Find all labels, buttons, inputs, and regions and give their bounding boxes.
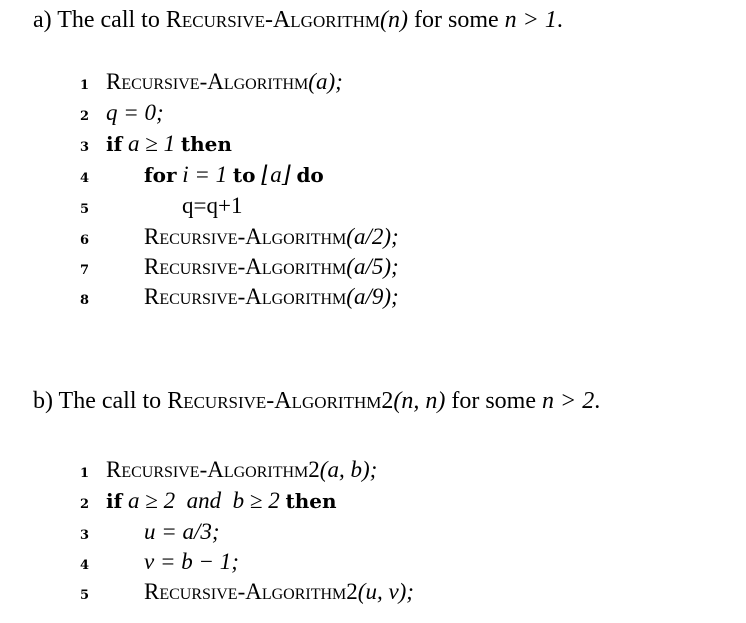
code-line: 1 Recursive-Algorithm2(a, b); [80,455,377,485]
procedure-name: Recursive-Algorithm [144,224,347,249]
procedure-args: (a/9); [346,284,399,309]
code-line: 3 if a ≥ 1 then [80,129,232,159]
procedure-args: (a); [308,69,343,94]
keyword-then: then [285,489,337,513]
condition-expr: a ≥ 1 [127,131,176,156]
procedure-name: Recursive-Algorithm [144,254,347,279]
code-line: 5 q=q+1 [80,191,242,221]
statement: q=q+1 [182,193,243,218]
line-number: 1 [80,466,90,481]
line-number: 1 [80,78,90,93]
procedure-args: (a/2); [346,224,399,249]
loop-init: i = 1 [182,162,228,187]
procedure-args: (a/5); [346,254,399,279]
condition-expr: b ≥ 2 [232,488,280,513]
code-line: 5 Recursive-Algorithm2(u, v); [80,577,414,607]
heading-end: . [594,388,601,414]
code-line: 6 Recursive-Algorithm(a/2); [80,222,399,252]
procedure-name: Recursive-Algorithm [144,284,347,309]
part-b-heading: b) The call to Recursive-Algorithm2(n, n… [33,387,600,415]
procedure-args: (u, v); [357,579,414,604]
procedure-name: Recursive-Algorithm2 [106,457,320,482]
algorithm-name: Recursive-Algorithm2 [167,388,394,414]
keyword-if: if [106,132,123,156]
code-line: 1 Recursive-Algorithm(a); [80,67,343,97]
procedure-name: Recursive-Algorithm2 [144,579,358,604]
keyword-for: for [144,163,177,187]
heading-prefix: a) The call to [33,7,166,33]
code-line: 8 Recursive-Algorithm(a/9); [80,282,399,312]
heading-end: . [556,7,563,33]
statement: q = 0; [106,100,164,125]
algorithm-args: (n, n) [393,388,446,414]
line-number: 4 [80,171,90,186]
statement: v = b − 1; [144,549,239,574]
heading-suffix: for some [445,388,542,414]
condition: n > 2 [542,388,595,414]
keyword-do: do [296,163,324,187]
line-number: 8 [80,293,90,308]
procedure-args: (a, b); [319,457,378,482]
code-line: 2 if a ≥ 2 and b ≥ 2 then [80,486,337,516]
condition-expr: a ≥ 2 [127,488,176,513]
loop-bound: ⌊a⌋ [261,162,291,187]
keyword-to: to [232,163,256,187]
procedure-name: Recursive-Algorithm [106,69,309,94]
code-line: 4 for i = 1 to ⌊a⌋ do [80,160,324,190]
line-number: 3 [80,140,90,155]
code-line: 4v = b − 1; [80,547,239,577]
line-number: 2 [80,109,90,124]
keyword-if: if [106,489,123,513]
code-line: 3u = a/3; [80,517,220,547]
code-line: 7 Recursive-Algorithm(a/5); [80,252,399,282]
part-a-heading: a) The call to Recursive-Algorithm(n) fo… [33,6,563,34]
line-number: 5 [80,202,90,217]
algorithm-args: (n) [380,7,408,33]
line-number: 2 [80,497,90,512]
condition: n > 1 [504,7,557,33]
code-line: 2 q = 0; [80,98,164,128]
algorithm-name: Recursive-Algorithm [165,7,381,33]
keyword-then: then [180,132,232,156]
and-operator: and [186,488,222,513]
heading-prefix: b) The call to [33,388,168,414]
statement: u = a/3; [144,519,220,544]
line-number: 5 [80,588,90,603]
heading-suffix: for some [408,7,505,33]
